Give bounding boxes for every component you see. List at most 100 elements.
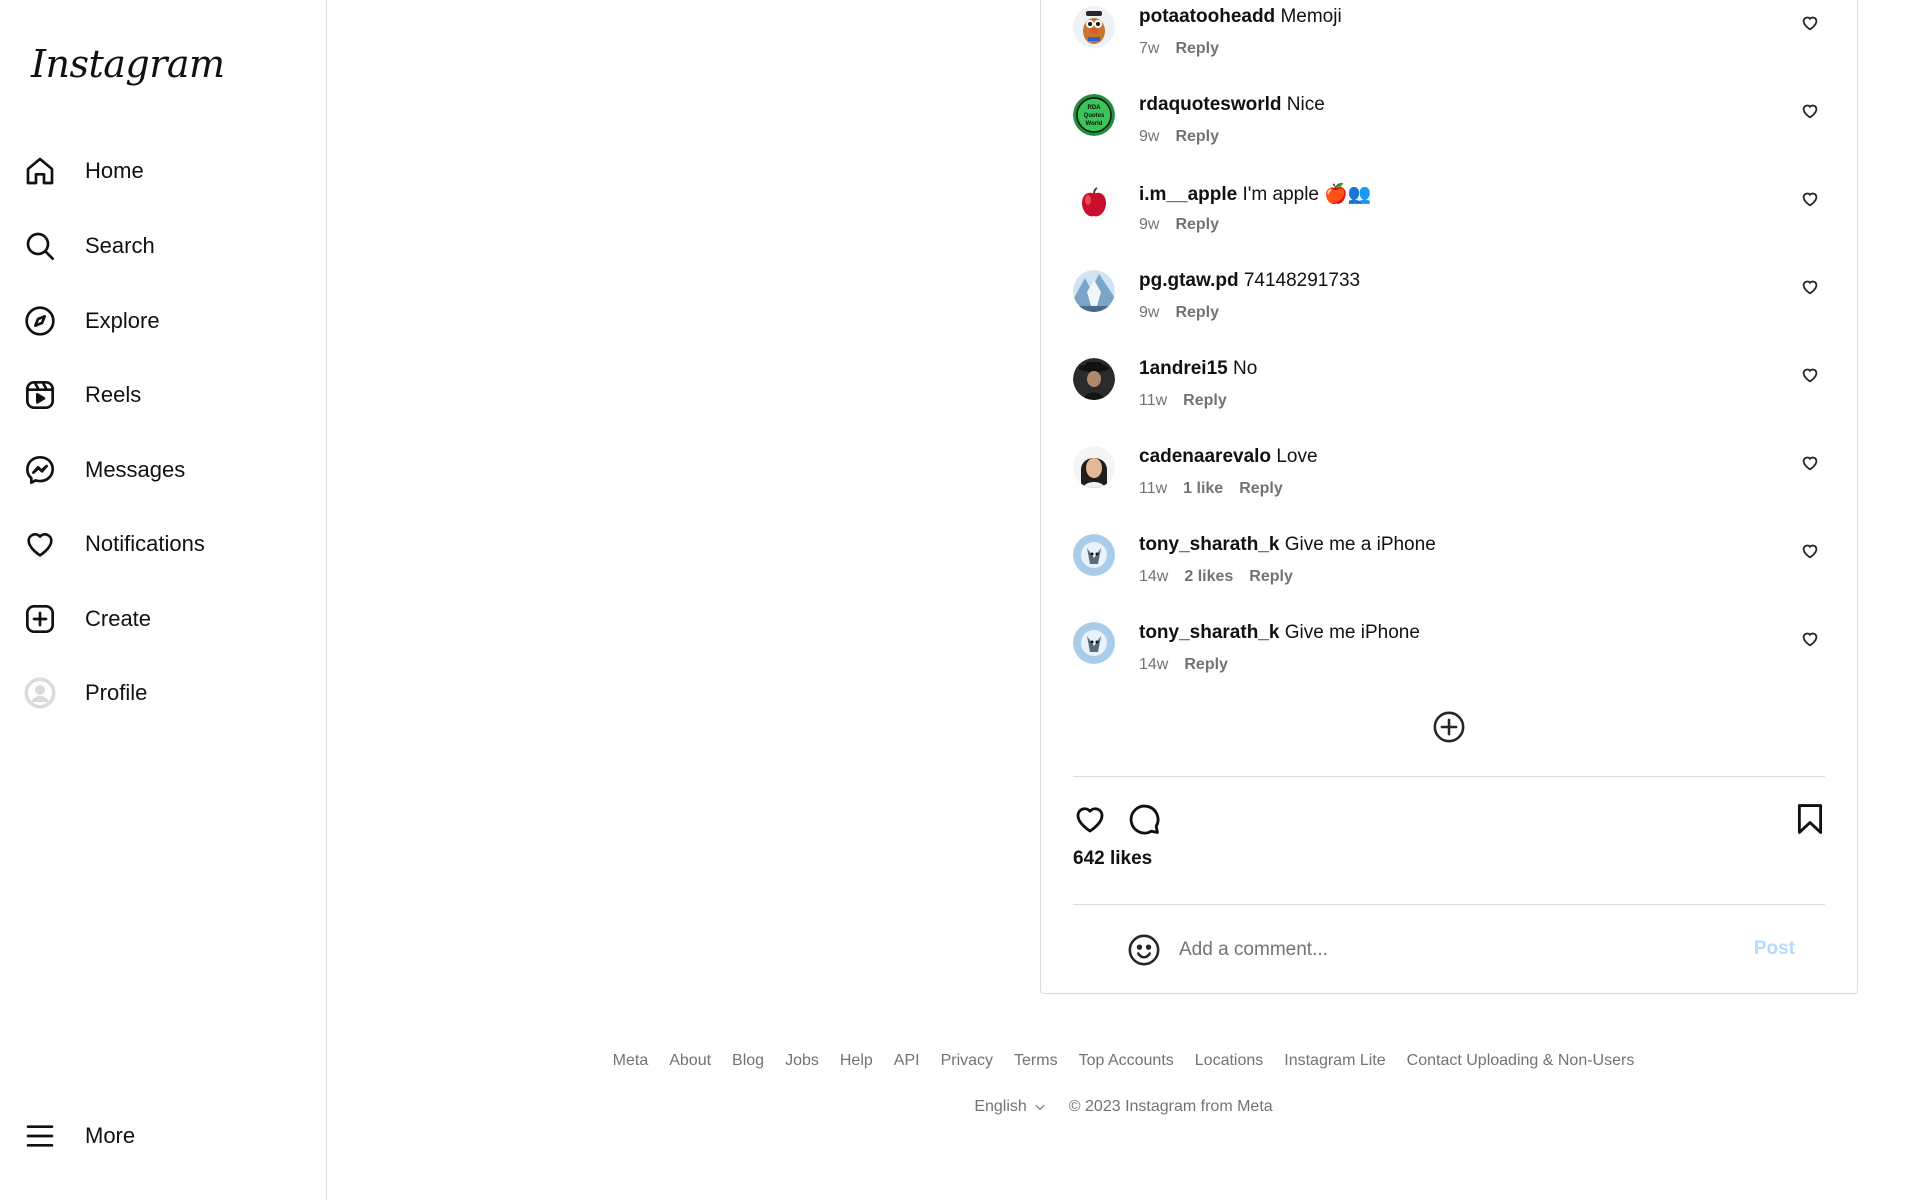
comment-like-icon[interactable]: [1801, 366, 1819, 384]
language-label: English: [974, 1098, 1027, 1115]
comment-age[interactable]: 9w: [1139, 304, 1159, 322]
footer-link[interactable]: Jobs: [785, 1052, 819, 1070]
comment-row: tony_sharath_k Give me iPhone 14w Reply: [1073, 616, 1827, 686]
comment-text: tony_sharath_k Give me iPhone: [1139, 622, 1420, 644]
sidebar-item-search[interactable]: Search: [16, 218, 306, 274]
main-content: potaatooheadd Memoji 7w Reply RDA Quotes Wo…: [327, 0, 1920, 1200]
comment-username[interactable]: potaatooheadd: [1139, 6, 1275, 27]
comment-row: i.m__apple I'm apple 🍎👥 9w Reply: [1073, 176, 1827, 246]
comment-like-icon[interactable]: [1801, 14, 1819, 32]
divider: [1073, 904, 1825, 905]
comment-age[interactable]: 7w: [1139, 40, 1159, 58]
comment-row: tony_sharath_k Give me a iPhone 14w 2 lik…: [1073, 528, 1827, 598]
footer-link[interactable]: About: [669, 1052, 711, 1070]
sidebar-item-explore[interactable]: Explore: [16, 293, 306, 349]
footer-link[interactable]: API: [894, 1052, 920, 1070]
comment-text: i.m__apple I'm apple 🍎👥: [1139, 182, 1372, 206]
footer-link[interactable]: Help: [840, 1052, 873, 1070]
reply-button[interactable]: Reply: [1239, 480, 1283, 498]
load-more-comments-icon[interactable]: [1432, 710, 1466, 744]
comment-meta: 11w 1 like Reply: [1139, 480, 1283, 498]
comment-input[interactable]: [1179, 932, 1709, 968]
comment-body: Love: [1276, 446, 1318, 467]
comment-username[interactable]: tony_sharath_k: [1139, 622, 1279, 643]
avatar[interactable]: RDA Quotes World: [1073, 94, 1115, 136]
instagram-logo[interactable]: Instagram: [31, 42, 225, 86]
footer-link[interactable]: Privacy: [941, 1052, 993, 1070]
footer-link[interactable]: Blog: [732, 1052, 764, 1070]
sidebar-item-more[interactable]: More: [16, 1108, 306, 1164]
comment-age[interactable]: 11w: [1139, 480, 1167, 498]
reply-button[interactable]: Reply: [1175, 216, 1219, 234]
language-select[interactable]: English: [974, 1098, 1046, 1116]
footer-link[interactable]: Locations: [1195, 1052, 1264, 1070]
footer-link[interactable]: Contact Uploading & Non-Users: [1407, 1052, 1635, 1070]
copyright: © 2023 Instagram from Meta: [1068, 1098, 1273, 1115]
bookmark-icon[interactable]: [1793, 802, 1827, 836]
comment-like-count[interactable]: 1 like: [1183, 480, 1223, 498]
footer-bottom: English © 2023 Instagram from Meta: [327, 1098, 1920, 1116]
comment-age[interactable]: 9w: [1139, 216, 1159, 234]
sidebar-item-profile[interactable]: Profile: [16, 665, 306, 721]
sidebar-item-create[interactable]: Create: [16, 591, 306, 647]
sidebar-item-reels[interactable]: Reels: [16, 367, 306, 423]
comment-text: pg.gtaw.pd 74148291733: [1139, 270, 1360, 292]
comment-like-icon[interactable]: [1801, 102, 1819, 120]
reply-button[interactable]: Reply: [1183, 392, 1227, 410]
comment-meta: 14w Reply: [1139, 656, 1228, 674]
sidebar-item-home[interactable]: Home: [16, 143, 306, 199]
comment-username[interactable]: i.m__apple: [1139, 184, 1237, 205]
sidebar-item-label: Profile: [85, 680, 148, 705]
comment-age[interactable]: 14w: [1139, 568, 1168, 586]
comment-like-icon[interactable]: [1801, 630, 1819, 648]
comment-username[interactable]: pg.gtaw.pd: [1139, 270, 1239, 291]
comment-meta: 9w Reply: [1139, 128, 1219, 146]
footer-links: Meta About Blog Jobs Help API Privacy Te…: [327, 1052, 1920, 1070]
sidebar-item-messages[interactable]: Messages: [16, 442, 306, 498]
avatar[interactable]: [1073, 182, 1115, 224]
comment-body: Memoji: [1280, 6, 1342, 27]
comment-text: 1andrei15 No: [1139, 358, 1257, 380]
footer-link[interactable]: Meta: [613, 1052, 649, 1070]
emoji-icon[interactable]: [1127, 933, 1161, 967]
avatar[interactable]: [1073, 270, 1115, 312]
comment-username[interactable]: 1andrei15: [1139, 358, 1228, 379]
comment-body: Give me iPhone: [1284, 622, 1420, 643]
comment-age[interactable]: 14w: [1139, 656, 1168, 674]
reply-button[interactable]: Reply: [1175, 304, 1219, 322]
likes-count[interactable]: 642 likes: [1073, 848, 1152, 870]
menu-icon: [16, 1112, 64, 1160]
sidebar-item-label: Explore: [85, 308, 160, 333]
comment-age[interactable]: 11w: [1139, 392, 1167, 410]
comment-username[interactable]: tony_sharath_k: [1139, 534, 1279, 555]
footer-link[interactable]: Terms: [1014, 1052, 1058, 1070]
avatar[interactable]: [1073, 622, 1115, 664]
avatar[interactable]: [1073, 358, 1115, 400]
comment-like-count[interactable]: 2 likes: [1184, 568, 1233, 586]
footer-link[interactable]: Top Accounts: [1079, 1052, 1174, 1070]
post-comment-button[interactable]: Post: [1754, 938, 1795, 960]
sidebar-item-notifications[interactable]: Notifications: [16, 516, 306, 572]
comment-body: Give me a iPhone: [1284, 534, 1436, 555]
avatar[interactable]: [1073, 446, 1115, 488]
reply-button[interactable]: Reply: [1249, 568, 1293, 586]
avatar[interactable]: [1073, 6, 1115, 48]
like-icon[interactable]: [1073, 802, 1107, 836]
comment-like-icon[interactable]: [1801, 542, 1819, 560]
comment-icon[interactable]: [1127, 802, 1161, 836]
svg-text:World: World: [1086, 121, 1103, 127]
comment-like-icon[interactable]: [1801, 190, 1819, 208]
comment-username[interactable]: rdaquotesworld: [1139, 94, 1282, 115]
comment-username[interactable]: cadenaarevalo: [1139, 446, 1271, 467]
footer-link[interactable]: Instagram Lite: [1284, 1052, 1385, 1070]
comment-age[interactable]: 9w: [1139, 128, 1159, 146]
reply-button[interactable]: Reply: [1175, 40, 1219, 58]
comment-like-icon[interactable]: [1801, 454, 1819, 472]
reply-button[interactable]: Reply: [1184, 656, 1228, 674]
reply-button[interactable]: Reply: [1175, 128, 1219, 146]
sidebar-item-label: Reels: [85, 382, 142, 407]
sidebar-item-label: Home: [85, 158, 144, 183]
plus-square-icon: [16, 595, 64, 643]
avatar[interactable]: [1073, 534, 1115, 576]
comment-like-icon[interactable]: [1801, 278, 1819, 296]
